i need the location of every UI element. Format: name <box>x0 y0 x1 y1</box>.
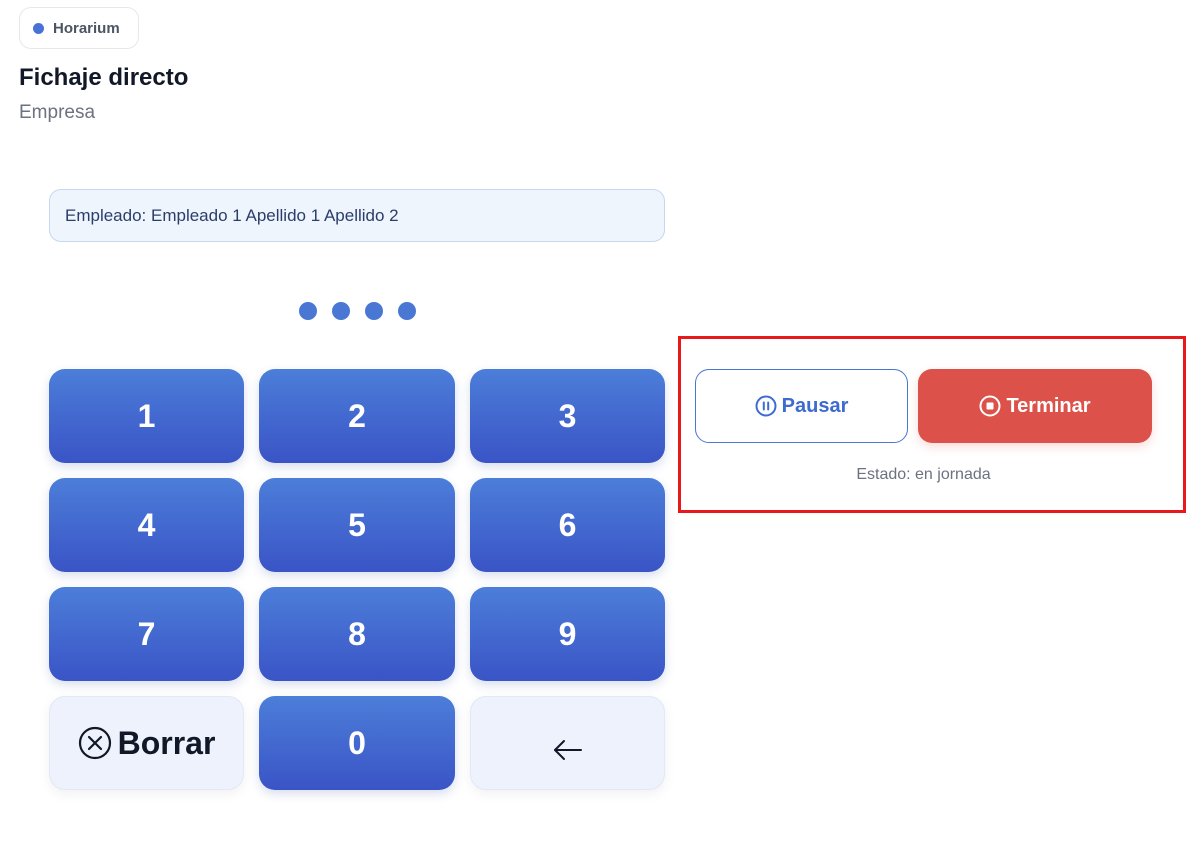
pin-dot <box>365 302 383 320</box>
pause-label: Pausar <box>781 394 849 417</box>
status-text: Estado: en jornada <box>856 466 991 483</box>
backspace-button[interactable] <box>470 696 665 790</box>
key-7[interactable]: 7 <box>49 587 244 681</box>
numeric-keypad: 1 2 3 4 5 6 7 8 9 Borrar 0 <box>49 369 665 790</box>
employee-text: Empleado: Empleado 1 Apellido 1 Apellido… <box>65 205 399 225</box>
app-name: Horarium <box>53 19 120 37</box>
end-label: Terminar <box>1006 394 1091 417</box>
page-title: Fichaje directo <box>19 64 189 91</box>
circle-x-icon <box>78 726 112 760</box>
end-button[interactable]: Terminar <box>918 369 1152 443</box>
pin-dot <box>332 302 350 320</box>
key-5[interactable]: 5 <box>259 478 455 572</box>
key-9[interactable]: 9 <box>470 587 665 681</box>
pause-circle-icon <box>755 395 777 417</box>
pin-indicator <box>299 302 416 320</box>
pin-dot <box>299 302 317 320</box>
key-4[interactable]: 4 <box>49 478 244 572</box>
pin-dot <box>398 302 416 320</box>
clear-button[interactable]: Borrar <box>49 696 244 790</box>
key-2[interactable]: 2 <box>259 369 455 463</box>
stop-circle-icon <box>979 395 1001 417</box>
pause-button[interactable]: Pausar <box>695 369 908 443</box>
key-8[interactable]: 8 <box>259 587 455 681</box>
clear-label: Borrar <box>117 724 216 761</box>
key-1[interactable]: 1 <box>49 369 244 463</box>
key-0[interactable]: 0 <box>259 696 455 790</box>
key-6[interactable]: 6 <box>470 478 665 572</box>
employee-info: Empleado: Empleado 1 Apellido 1 Apellido… <box>49 189 665 242</box>
page-subtitle: Empresa <box>19 102 96 123</box>
arrow-left-icon <box>552 732 584 760</box>
status-dot-icon <box>33 22 44 34</box>
key-3[interactable]: 3 <box>470 369 665 463</box>
app-badge: Horarium <box>19 7 139 49</box>
